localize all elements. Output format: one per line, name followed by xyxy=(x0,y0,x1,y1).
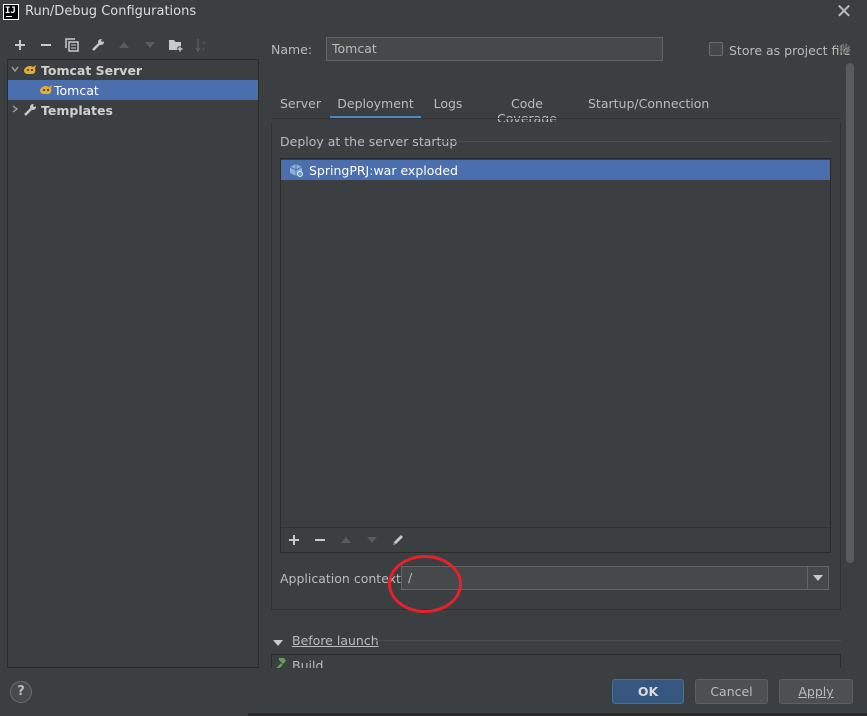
close-icon[interactable]: ✕ xyxy=(834,1,854,21)
scrollbar[interactable] xyxy=(846,63,854,563)
tree-item-templates[interactable]: Templates xyxy=(8,100,258,120)
svg-text:a: a xyxy=(202,40,205,46)
chevron-down-icon[interactable] xyxy=(807,567,828,589)
chevron-down-icon[interactable] xyxy=(8,64,22,77)
application-context-label: Application context: xyxy=(280,571,406,586)
remove-icon[interactable] xyxy=(311,531,329,549)
tree-item-label: Tomcat Server xyxy=(41,62,143,78)
artifact-label: SpringPRJ:war exploded xyxy=(309,162,458,178)
divider xyxy=(281,527,830,528)
application-context-combobox[interactable]: / xyxy=(401,566,829,590)
list-item[interactable]: Build xyxy=(292,657,323,668)
application-context-input[interactable]: / xyxy=(402,567,807,589)
chevron-right-icon[interactable] xyxy=(8,104,22,117)
add-icon[interactable] xyxy=(11,36,29,54)
tab-code-coverage[interactable]: Code Coverage xyxy=(480,93,574,126)
tree-item-label: Templates xyxy=(41,102,113,118)
help-button[interactable]: ? xyxy=(10,681,32,703)
tab-server[interactable]: Server xyxy=(279,93,322,119)
tree-item-tomcat[interactable]: Tomcat xyxy=(8,80,258,100)
move-up-icon xyxy=(115,36,133,54)
chevron-down-icon[interactable] xyxy=(273,636,283,651)
divider xyxy=(436,141,831,142)
add-icon[interactable] xyxy=(285,531,303,549)
gear-icon xyxy=(838,42,852,59)
copy-icon[interactable] xyxy=(63,36,81,54)
wrench-icon xyxy=(22,103,38,117)
list-item[interactable]: SpringPRJ:war exploded xyxy=(281,160,830,180)
new-folder-icon[interactable] xyxy=(167,36,185,54)
edit-icon[interactable] xyxy=(389,531,407,549)
intellij-app-icon: IJ xyxy=(3,4,19,20)
move-down-icon xyxy=(363,531,381,549)
sort-icon: az xyxy=(193,36,211,54)
remove-icon[interactable] xyxy=(37,36,55,54)
tomcat-icon xyxy=(22,63,38,77)
hammer-icon xyxy=(273,657,287,668)
before-launch-title[interactable]: Before launch xyxy=(292,633,379,648)
before-launch-list[interactable] xyxy=(271,654,841,668)
tabs-divider xyxy=(271,118,841,119)
move-up-icon xyxy=(337,531,355,549)
wrench-icon[interactable] xyxy=(89,36,107,54)
svg-text:z: z xyxy=(202,47,205,52)
tab-deployment[interactable]: Deployment xyxy=(330,93,421,119)
window-title: Run/Debug Configurations xyxy=(25,4,197,19)
tree-item-label: Tomcat xyxy=(54,82,99,98)
artifact-list[interactable] xyxy=(280,158,831,553)
configuration-tree[interactable]: Tomcat Server Tomcat Templates xyxy=(7,59,259,668)
deploy-group-title: Deploy at the server startup xyxy=(280,134,458,149)
tab-logs[interactable]: Logs xyxy=(430,93,466,119)
artifact-icon xyxy=(289,163,305,177)
store-as-project-file-label[interactable]: Store as project file xyxy=(729,43,851,58)
store-as-project-file-checkbox[interactable] xyxy=(709,42,723,56)
name-label: Name: xyxy=(271,42,313,57)
tree-item-tomcat-server[interactable]: Tomcat Server xyxy=(8,60,258,80)
name-input[interactable]: Tomcat xyxy=(326,37,663,61)
apply-button[interactable]: Apply xyxy=(779,679,853,704)
ok-button[interactable]: OK xyxy=(612,679,684,704)
tab-startup-connection[interactable]: Startup/Connection xyxy=(588,93,709,119)
move-down-icon xyxy=(141,36,159,54)
tomcat-icon xyxy=(38,83,54,97)
cancel-button[interactable]: Cancel xyxy=(695,679,768,704)
divider xyxy=(374,640,841,641)
